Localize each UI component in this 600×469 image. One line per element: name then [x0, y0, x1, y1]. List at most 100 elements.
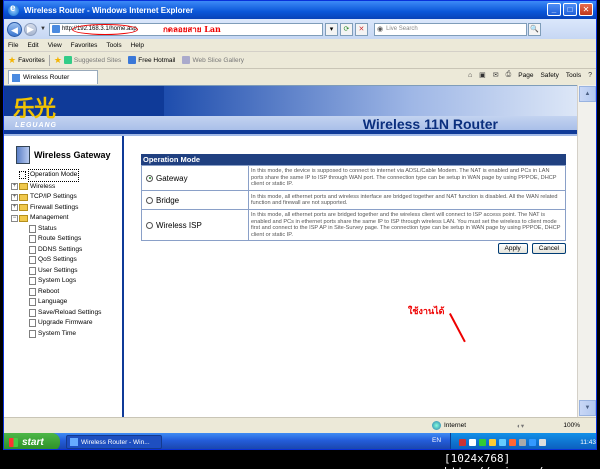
zoom-level[interactable]: 100% [563, 422, 580, 429]
tray-icon[interactable] [519, 438, 526, 446]
home-icon[interactable]: ⌂ [468, 72, 472, 79]
search-button[interactable]: 🔍 [527, 22, 541, 36]
scroll-down-icon[interactable]: ▼ [579, 400, 596, 416]
expand-icon[interactable]: + [11, 183, 18, 191]
feeds-icon[interactable]: ▣ [479, 71, 486, 79]
nav-item-label: System Logs [38, 277, 77, 284]
url-field[interactable]: http://192.168.3.1/home.asp กดลอยสาย Lan [48, 22, 323, 36]
nav-item-system-logs[interactable]: System Logs [11, 276, 101, 287]
nav-item-label: Wireless [30, 182, 56, 190]
product-title: Wireless 11N Router [362, 116, 498, 132]
add-favorite-icon[interactable]: ★ [54, 55, 62, 66]
nav-item-operation-mode[interactable]: Operation Mode [11, 169, 101, 182]
mode-option-bridge[interactable]: Bridge [141, 190, 249, 210]
fav-item-web-slice-gallery[interactable]: Web Slice Gallery [182, 56, 244, 64]
tray-icon[interactable] [509, 438, 516, 446]
tray-icon[interactable] [469, 438, 476, 446]
refresh-button[interactable]: ⟳ [339, 22, 353, 36]
nav-item-reboot[interactable]: Reboot [11, 287, 101, 298]
gateway-radio[interactable] [146, 174, 153, 182]
nav-item-label: Firewall Settings [30, 203, 79, 211]
safety-menu[interactable]: Safety [540, 72, 558, 79]
nav-item-status[interactable]: Status [11, 224, 101, 235]
wireless-isp-radio[interactable] [146, 221, 153, 229]
language-indicator[interactable]: EN [432, 437, 441, 444]
volume-tray-icon[interactable] [539, 438, 546, 446]
collapse-icon[interactable]: − [11, 214, 18, 222]
nav-item-upgrade-firmware[interactable]: Upgrade Firmware [11, 318, 101, 329]
title-bar[interactable]: Wireless Router - Windows Internet Explo… [4, 1, 596, 19]
bridge-radio[interactable] [146, 196, 153, 204]
favorites-label[interactable]: Favorites [18, 57, 45, 64]
maximize-button[interactable]: □ [563, 3, 577, 16]
command-bar: ⌂ ▣ ✉ ⎙ Page Safety Tools ? [468, 71, 592, 79]
tools-menu[interactable]: Tools [566, 72, 581, 79]
mode-option-wireless-isp[interactable]: Wireless ISP [141, 209, 249, 241]
taskbar: start Wireless Router - Win... EN 11:43 [4, 433, 596, 449]
search-input[interactable]: ◉ Live Search [373, 22, 527, 36]
menu-help[interactable]: Help [131, 42, 144, 49]
nav-item-label: DDNS Settings [38, 245, 83, 253]
tray-icon[interactable] [499, 438, 506, 446]
nav-header: Wireless Gateway [16, 146, 110, 164]
fav-item-free-hotmail[interactable]: Free Hotmail [128, 56, 175, 64]
tray-icon[interactable] [489, 438, 496, 446]
menu-view[interactable]: View [48, 42, 62, 49]
expand-icon[interactable]: + [11, 193, 18, 201]
search-placeholder: Live Search [386, 26, 418, 32]
taskbar-item-browser[interactable]: Wireless Router - Win... [66, 435, 162, 449]
mode-table: Gateway In this mode, the device is supp… [141, 165, 566, 241]
clock[interactable]: 11:43 [580, 439, 596, 446]
minimize-button[interactable]: _ [547, 3, 561, 16]
tray-icon[interactable] [459, 438, 466, 446]
url-dropdown-button[interactable]: ▾ [324, 22, 338, 36]
page-menu[interactable]: Page [518, 72, 533, 79]
menu-edit[interactable]: Edit [27, 42, 38, 49]
nav-tree: Operation Mode + Wireless + TCP/IP Settings +… [11, 169, 101, 339]
vertical-scrollbar[interactable]: ▲ ▼ [577, 85, 596, 417]
mail-icon[interactable]: ✉ [493, 71, 499, 79]
back-button[interactable]: ◀ [7, 21, 22, 37]
mode-option-gateway[interactable]: Gateway [141, 165, 249, 191]
router-banner: 乐光 LEGUANG Wireless 11N Router [4, 86, 578, 136]
history-dropdown-icon[interactable]: ▼ [40, 26, 46, 32]
tab-wireless-router[interactable]: Wireless Router [8, 70, 98, 84]
menu-file[interactable]: File [8, 42, 18, 49]
menu-tools[interactable]: Tools [106, 42, 121, 49]
start-button[interactable]: start [4, 433, 60, 449]
nav-item-language[interactable]: Language [11, 297, 101, 308]
tray-icon[interactable] [479, 438, 486, 446]
nav-item-qos-settings[interactable]: QoS Settings [11, 255, 101, 266]
favorites-star-icon[interactable]: ★ [8, 55, 16, 66]
ie-taskbar-icon [70, 438, 78, 446]
menu-favorites[interactable]: Favorites [71, 42, 98, 49]
forward-button[interactable]: ▶ [24, 22, 37, 36]
cancel-button[interactable]: Cancel [531, 243, 566, 254]
nav-item-route-settings[interactable]: Route Settings [11, 234, 101, 245]
help-icon[interactable]: ? [588, 72, 592, 79]
handwritten-note: กดลอยสาย Lan [162, 23, 221, 34]
close-button[interactable]: ✕ [579, 3, 593, 16]
nav-item-system-time[interactable]: System Time [11, 329, 101, 340]
mode-description: In this mode, the device is supposed to … [248, 165, 566, 191]
page-icon [29, 235, 36, 244]
nav-item-user-settings[interactable]: User Settings [11, 266, 101, 277]
stop-button[interactable]: ✕ [354, 22, 368, 36]
fav-item-suggested-sites[interactable]: Suggested Sites [63, 56, 121, 64]
nav-item-firewall-settings[interactable]: + Firewall Settings [11, 203, 101, 214]
print-icon[interactable]: ⎙ [506, 71, 512, 79]
nav-item-management[interactable]: − Management [11, 213, 101, 224]
mode-label: Gateway [156, 173, 188, 183]
scroll-up-icon[interactable]: ▲ [579, 86, 596, 102]
security-zone[interactable]: Internet [432, 421, 466, 430]
nav-item-tcp-ip-settings[interactable]: + TCP/IP Settings [11, 192, 101, 203]
nav-item-save-reload-settings[interactable]: Save/Reload Settings [11, 308, 101, 319]
network-tray-icon[interactable] [529, 438, 536, 446]
expand-icon[interactable]: + [11, 204, 18, 212]
apply-button[interactable]: Apply [497, 243, 528, 254]
fav-item-label: Web Slice Gallery [192, 56, 244, 64]
protected-mode-icon[interactable]: ◐▾ [517, 422, 524, 430]
nav-item-ddns-settings[interactable]: DDNS Settings [11, 245, 101, 256]
nav-item-wireless[interactable]: + Wireless [11, 182, 101, 193]
web-slice-icon [182, 56, 191, 64]
